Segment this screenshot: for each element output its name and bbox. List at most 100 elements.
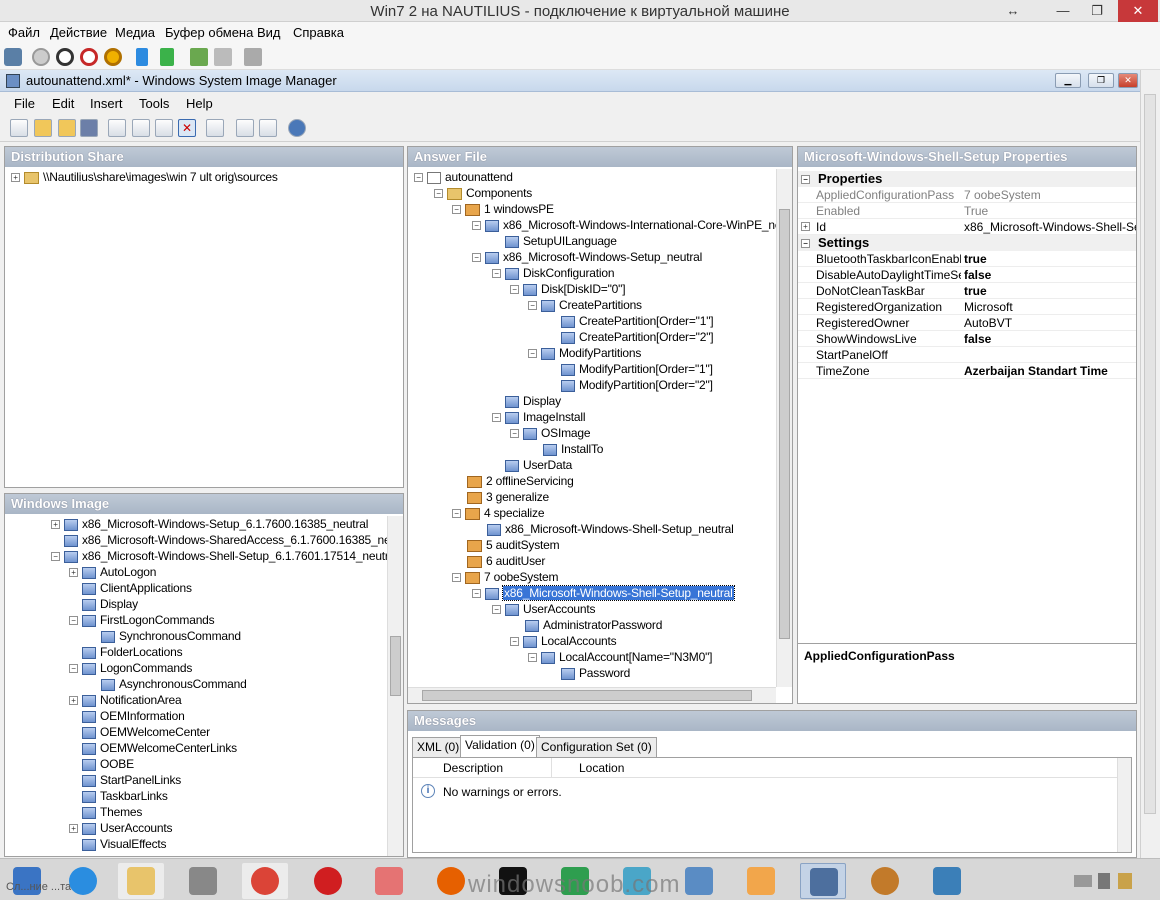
af-item[interactable]: −4 specialize — [452, 505, 545, 521]
af-item[interactable]: − DiskConfiguration — [492, 265, 615, 281]
wi-item[interactable]: FolderLocations — [82, 644, 183, 660]
af-item[interactable]: −7 oobeSystem — [452, 569, 559, 585]
copy-icon[interactable] — [132, 119, 150, 137]
af-item[interactable]: 2 offlineServicing — [467, 473, 574, 489]
prop-row[interactable]: TimeZone Azerbaijan Standart Time — [798, 363, 1136, 379]
wi-item[interactable]: StartPanelLinks — [82, 772, 181, 788]
taskbar-ie[interactable] — [60, 863, 106, 899]
wi-item[interactable]: x86_Microsoft-Windows-SharedAccess_6.1.7… — [64, 532, 403, 548]
taskbar-media[interactable] — [862, 863, 908, 899]
wi-item[interactable]: Display — [82, 596, 138, 612]
af-item[interactable]: − ImageInstall — [492, 409, 586, 425]
taskbar-snipping[interactable] — [366, 863, 412, 899]
distribution-share-root[interactable]: + \\Nautilius\share\images\win 7 ult orig… — [11, 169, 278, 185]
wi-item[interactable]: + AutoLogon — [69, 564, 156, 580]
af-item[interactable]: 3 generalize — [467, 489, 549, 505]
af-item[interactable]: − Components — [434, 185, 532, 201]
af-item[interactable]: − LocalAccounts — [510, 633, 617, 649]
scroll-thumb[interactable] — [390, 636, 401, 696]
tray-lock-icon[interactable] — [1098, 873, 1110, 889]
af-item[interactable]: SetupUILanguage — [505, 233, 617, 249]
open-distribution-icon[interactable] — [58, 119, 76, 137]
host-menu-help[interactable]: Справка — [293, 25, 344, 40]
af-item[interactable]: − x86_Microsoft-Windows-International-Cor… — [472, 217, 792, 233]
pause-icon[interactable] — [136, 48, 148, 66]
tray-keyboard-icon[interactable] — [1074, 875, 1092, 887]
host-menu-media[interactable]: Медиа — [115, 25, 155, 40]
delete-icon[interactable]: ✕ — [178, 119, 196, 137]
revert-icon[interactable] — [214, 48, 232, 66]
taskbar-explorer[interactable] — [118, 863, 164, 899]
wi-item[interactable]: OOBE — [82, 756, 134, 772]
af-item-selected[interactable]: − x86_Microsoft-Windows-Shell-Setup_neutr… — [472, 585, 735, 601]
prop-row[interactable]: StartPanelOff — [798, 347, 1136, 363]
create-config-set-icon[interactable] — [259, 119, 277, 137]
wi-item[interactable]: OEMWelcomeCenterLinks — [82, 740, 237, 756]
tab-validation[interactable]: Validation (0) — [460, 735, 540, 757]
wi-item[interactable]: AsynchronousCommand — [101, 676, 247, 692]
wi-item[interactable]: + x86_Microsoft-Windows-Setup_6.1.7600.16… — [51, 516, 368, 532]
wi-item[interactable]: + UserAccounts — [69, 820, 172, 836]
col-location[interactable]: Location — [579, 761, 624, 775]
af-item[interactable]: CreatePartition[Order="1"] — [561, 313, 714, 329]
wi-item[interactable]: − FirstLogonCommands — [69, 612, 215, 628]
host-menu-file[interactable]: Файл — [8, 25, 40, 40]
sim-maximize-button[interactable]: ❐ — [1088, 73, 1114, 88]
wi-item[interactable]: − LogonCommands — [69, 660, 192, 676]
ctrl-alt-del-icon[interactable] — [4, 48, 22, 66]
maximize-button[interactable]: ❐ — [1080, 0, 1114, 22]
taskbar-grid[interactable] — [738, 863, 784, 899]
minimize-button[interactable]: — — [1046, 0, 1080, 22]
settings-category[interactable]: − Settings — [798, 235, 1136, 251]
outer-vertical-scrollbar[interactable] — [1140, 70, 1160, 858]
power-icon[interactable] — [104, 48, 122, 66]
af-item[interactable]: − UserAccounts — [492, 601, 595, 617]
prop-row[interactable]: ShowWindowsLive false — [798, 331, 1136, 347]
scroll-thumb[interactable] — [422, 690, 752, 701]
taskbar-app[interactable] — [180, 863, 226, 899]
af-item[interactable]: − autounattend — [414, 169, 513, 185]
af-item[interactable]: Password — [561, 665, 630, 681]
help-icon[interactable] — [288, 119, 306, 137]
prop-row[interactable]: DoNotCleanTaskBar true — [798, 283, 1136, 299]
wi-item[interactable]: VisualEffects — [82, 836, 167, 852]
shutdown-icon[interactable] — [80, 48, 98, 66]
af-item[interactable]: UserData — [505, 457, 572, 473]
wi-item[interactable]: TaskbarLinks — [82, 788, 168, 804]
close-button[interactable]: ✕ — [1118, 0, 1158, 22]
menu-tools[interactable]: Tools — [139, 96, 169, 111]
menu-help[interactable]: Help — [186, 96, 213, 111]
tray-padlock-icon[interactable] — [1118, 873, 1132, 889]
af-item[interactable]: − CreatePartitions — [528, 297, 642, 313]
paste-icon[interactable] — [155, 119, 173, 137]
sim-minimize-button[interactable]: ▁ — [1055, 73, 1081, 88]
af-item[interactable]: x86_Microsoft-Windows-Shell-Setup_neutra… — [487, 521, 734, 537]
tab-configuration-set[interactable]: Configuration Set (0) — [536, 737, 657, 757]
taskbar-network[interactable] — [676, 863, 722, 899]
prop-row[interactable]: DisableAutoDaylightTimeSet false — [798, 267, 1136, 283]
prop-row[interactable]: RegisteredOrganization Microsoft — [798, 299, 1136, 315]
af-item[interactable]: − ModifyPartitions — [528, 345, 641, 361]
taskbar-vmconnect[interactable] — [800, 863, 846, 899]
af-item[interactable]: CreatePartition[Order="2"] — [561, 329, 714, 345]
save-icon[interactable] — [80, 119, 98, 137]
af-item[interactable]: ModifyPartition[Order="1"] — [561, 361, 713, 377]
menu-file[interactable]: File — [14, 96, 35, 111]
menu-insert[interactable]: Insert — [90, 96, 123, 111]
properties-category[interactable]: − Properties — [798, 171, 1136, 187]
wi-item[interactable]: ClientApplications — [82, 580, 192, 596]
menu-edit[interactable]: Edit — [52, 96, 74, 111]
wi-item[interactable]: OEMInformation — [82, 708, 185, 724]
cut-icon[interactable] — [108, 119, 126, 137]
resume-icon[interactable] — [160, 48, 174, 66]
af-item[interactable]: AdministratorPassword — [525, 617, 662, 633]
sim-close-button[interactable]: ✕ — [1118, 73, 1138, 88]
prop-row[interactable]: BluetoothTaskbarIconEnabled true — [798, 251, 1136, 267]
af-item[interactable]: 5 auditSystem — [467, 537, 560, 553]
prop-row[interactable]: RegisteredOwner AutoBVT — [798, 315, 1136, 331]
wi-item[interactable]: − x86_Microsoft-Windows-Shell-Setup_6.1.7… — [51, 548, 398, 564]
af-item[interactable]: − OSImage — [510, 425, 590, 441]
taskbar-photos[interactable] — [924, 863, 970, 899]
start-icon[interactable] — [32, 48, 50, 66]
snapshot-icon[interactable] — [190, 48, 208, 66]
